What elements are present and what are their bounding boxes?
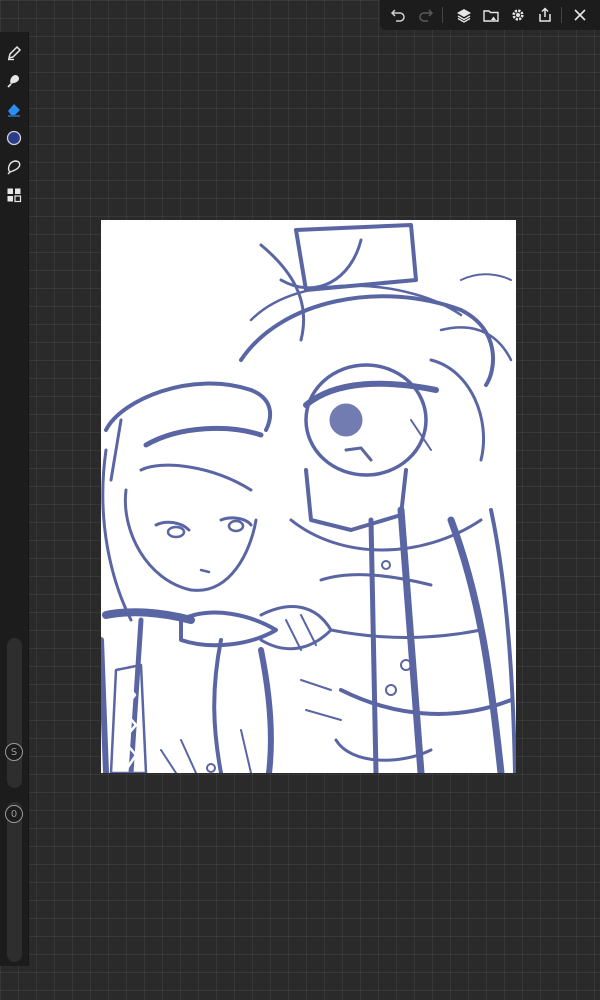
toolbar-divider (442, 7, 443, 23)
toolbar-divider (561, 7, 562, 23)
color-button[interactable] (3, 127, 25, 149)
smudge-tool-button[interactable] (3, 70, 25, 92)
gallery-button[interactable] (481, 5, 501, 25)
close-button[interactable] (570, 5, 590, 25)
top-toolbar (380, 0, 600, 30)
opacity-knob[interactable]: 0 (5, 805, 23, 823)
redo-button[interactable] (416, 5, 436, 25)
drawing-canvas[interactable] (101, 220, 516, 773)
close-icon (574, 9, 586, 21)
sketch-artwork (101, 223, 516, 773)
eraser-tool-button[interactable] (3, 98, 25, 120)
opacity-slider[interactable] (7, 802, 22, 962)
layers-button[interactable] (454, 5, 474, 25)
brush-size-knob[interactable]: S (5, 743, 23, 761)
color-swatch-icon (6, 130, 22, 146)
share-button[interactable] (535, 5, 555, 25)
gear-icon (512, 9, 524, 21)
share-icon (539, 7, 551, 22)
pen-icon (7, 45, 22, 61)
opacity-label: 0 (10, 808, 18, 820)
lasso-tool-button[interactable] (3, 156, 25, 178)
lasso-icon (7, 160, 21, 175)
grid-tiles-icon (7, 188, 22, 203)
adjustments-tool-button[interactable] (3, 184, 25, 206)
folder-image-icon (483, 10, 499, 22)
undo-button[interactable] (388, 5, 408, 25)
settings-button[interactable] (508, 5, 528, 25)
eraser-icon (8, 104, 20, 117)
pen-tool-button[interactable] (3, 42, 25, 64)
brush-size-label: S (10, 746, 18, 758)
left-toolbar: S 0 (0, 32, 29, 966)
smudge-icon (7, 75, 19, 88)
layers-icon (457, 9, 471, 23)
brush-size-slider[interactable] (7, 638, 22, 788)
undo-icon (390, 9, 405, 22)
redo-icon (419, 9, 434, 22)
